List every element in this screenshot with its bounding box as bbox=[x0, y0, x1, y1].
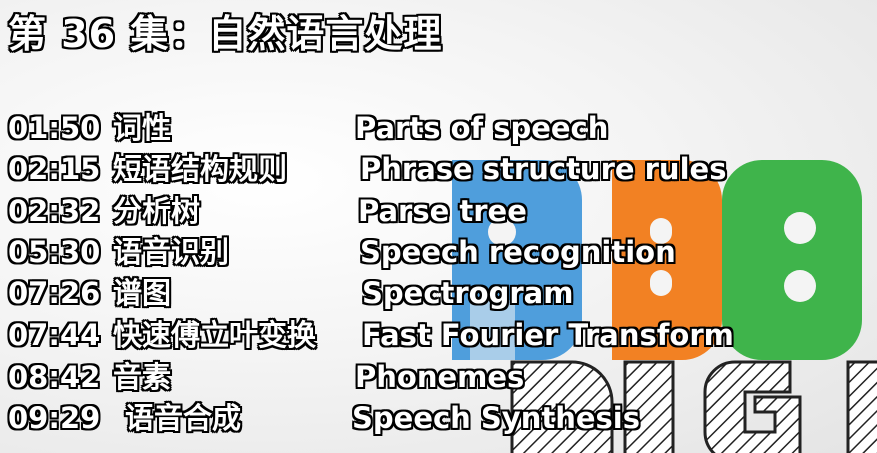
topic-chinese: 音素 bbox=[113, 360, 172, 394]
timestamp: 08:42 bbox=[8, 360, 101, 394]
timestamp: 02:32 bbox=[8, 194, 101, 228]
timestamp-row: 08:42 音素 Phonemes bbox=[8, 357, 868, 397]
topic-english: Phrase structure rules bbox=[360, 152, 727, 186]
timestamp-row: 07:26 谱图 Spectrogram bbox=[8, 273, 868, 313]
topic-english: Spectrogram bbox=[362, 276, 574, 310]
topic-chinese: 语音识别 bbox=[113, 235, 230, 269]
timestamp-row: 07:44 快速傅立叶变换 Fast Fourier Transform bbox=[8, 315, 868, 355]
topic-chinese: 分析树 bbox=[113, 194, 201, 228]
timestamp-row: 01:50 词性 Parts of speech bbox=[8, 108, 868, 148]
topic-english: Phonemes bbox=[355, 360, 525, 394]
topic-english: Speech Synthesis bbox=[352, 401, 640, 435]
topic-chinese: 词性 bbox=[113, 111, 172, 145]
timestamp-row: 05:30 语音识别 Speech recognition bbox=[8, 232, 868, 272]
episode-title: 第 36 集：自然语言处理 bbox=[8, 12, 443, 56]
topic-english: Fast Fourier Transform bbox=[362, 318, 734, 352]
topic-chinese: 语音合成 bbox=[125, 401, 242, 435]
topic-chinese: 谱图 bbox=[113, 276, 172, 310]
timestamp-row: 09:29 语音合成 Speech Synthesis bbox=[8, 398, 868, 438]
topic-english: Parse tree bbox=[358, 194, 527, 228]
timestamp: 02:15 bbox=[8, 152, 101, 186]
topic-chinese: 短语结构规则 bbox=[113, 152, 288, 186]
topic-english: Speech recognition bbox=[360, 235, 676, 269]
topic-english: Parts of speech bbox=[355, 111, 609, 145]
timestamp: 05:30 bbox=[8, 235, 101, 269]
timestamp: 07:44 bbox=[8, 318, 101, 352]
topic-chinese: 快速傅立叶变换 bbox=[113, 318, 317, 352]
timestamp: 01:50 bbox=[8, 111, 101, 145]
timestamp-row: 02:15 短语结构规则 Phrase structure rules bbox=[8, 149, 868, 189]
timestamp: 09:29 bbox=[8, 401, 101, 435]
timestamp-row: 02:32 分析树 Parse tree bbox=[8, 191, 868, 231]
timestamp: 07:26 bbox=[8, 276, 101, 310]
